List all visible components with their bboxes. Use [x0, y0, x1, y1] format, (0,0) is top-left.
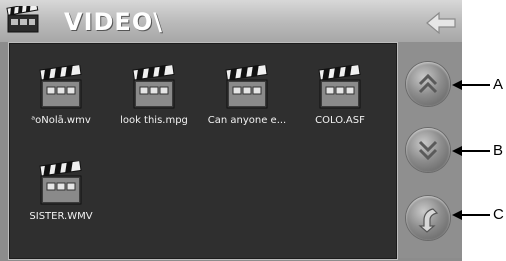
callout-label-b: B: [493, 142, 504, 159]
video-file-icon: [225, 65, 268, 109]
device-screen: VIDEO\ ᵃoNolā.wmv look this.mpg Can anyo…: [0, 0, 462, 261]
callout-arrow-c: [452, 210, 490, 220]
file-name: SISTER.WMV: [29, 211, 93, 222]
video-file-icon: [318, 65, 361, 109]
callout-arrow-a: [452, 80, 490, 90]
video-file-icon: [132, 65, 175, 109]
file-item[interactable]: look this.mpg: [106, 65, 202, 126]
back-arrow-icon[interactable]: [424, 8, 458, 38]
double-chevron-up-icon: [418, 73, 438, 94]
file-name: Can anyone e...: [207, 115, 287, 126]
page-title: VIDEO\: [64, 8, 163, 36]
video-file-icon: [39, 161, 82, 205]
return-button[interactable]: [406, 196, 450, 240]
file-item[interactable]: ᵃoNolā.wmv: [13, 65, 109, 126]
page-down-button[interactable]: [406, 128, 450, 172]
file-name: COLO.ASF: [315, 115, 365, 126]
file-item[interactable]: COLO.ASF: [292, 65, 388, 126]
video-folder-icon: [6, 6, 39, 33]
callout-label-a: A: [493, 76, 504, 93]
file-item[interactable]: Can anyone e...: [199, 65, 295, 126]
file-item[interactable]: SISTER.WMV: [13, 161, 109, 222]
file-name: look this.mpg: [120, 115, 188, 126]
video-file-icon: [39, 65, 82, 109]
callout-arrow-b: [452, 146, 490, 156]
file-browser-panel: ᵃoNolā.wmv look this.mpg Can anyone e...…: [8, 42, 398, 260]
double-chevron-down-icon: [418, 140, 438, 161]
page-up-button[interactable]: [406, 62, 450, 106]
callout-label-c: C: [493, 206, 504, 223]
return-arrow-icon: [418, 208, 439, 233]
file-name: ᵃoNolā.wmv: [31, 115, 91, 126]
